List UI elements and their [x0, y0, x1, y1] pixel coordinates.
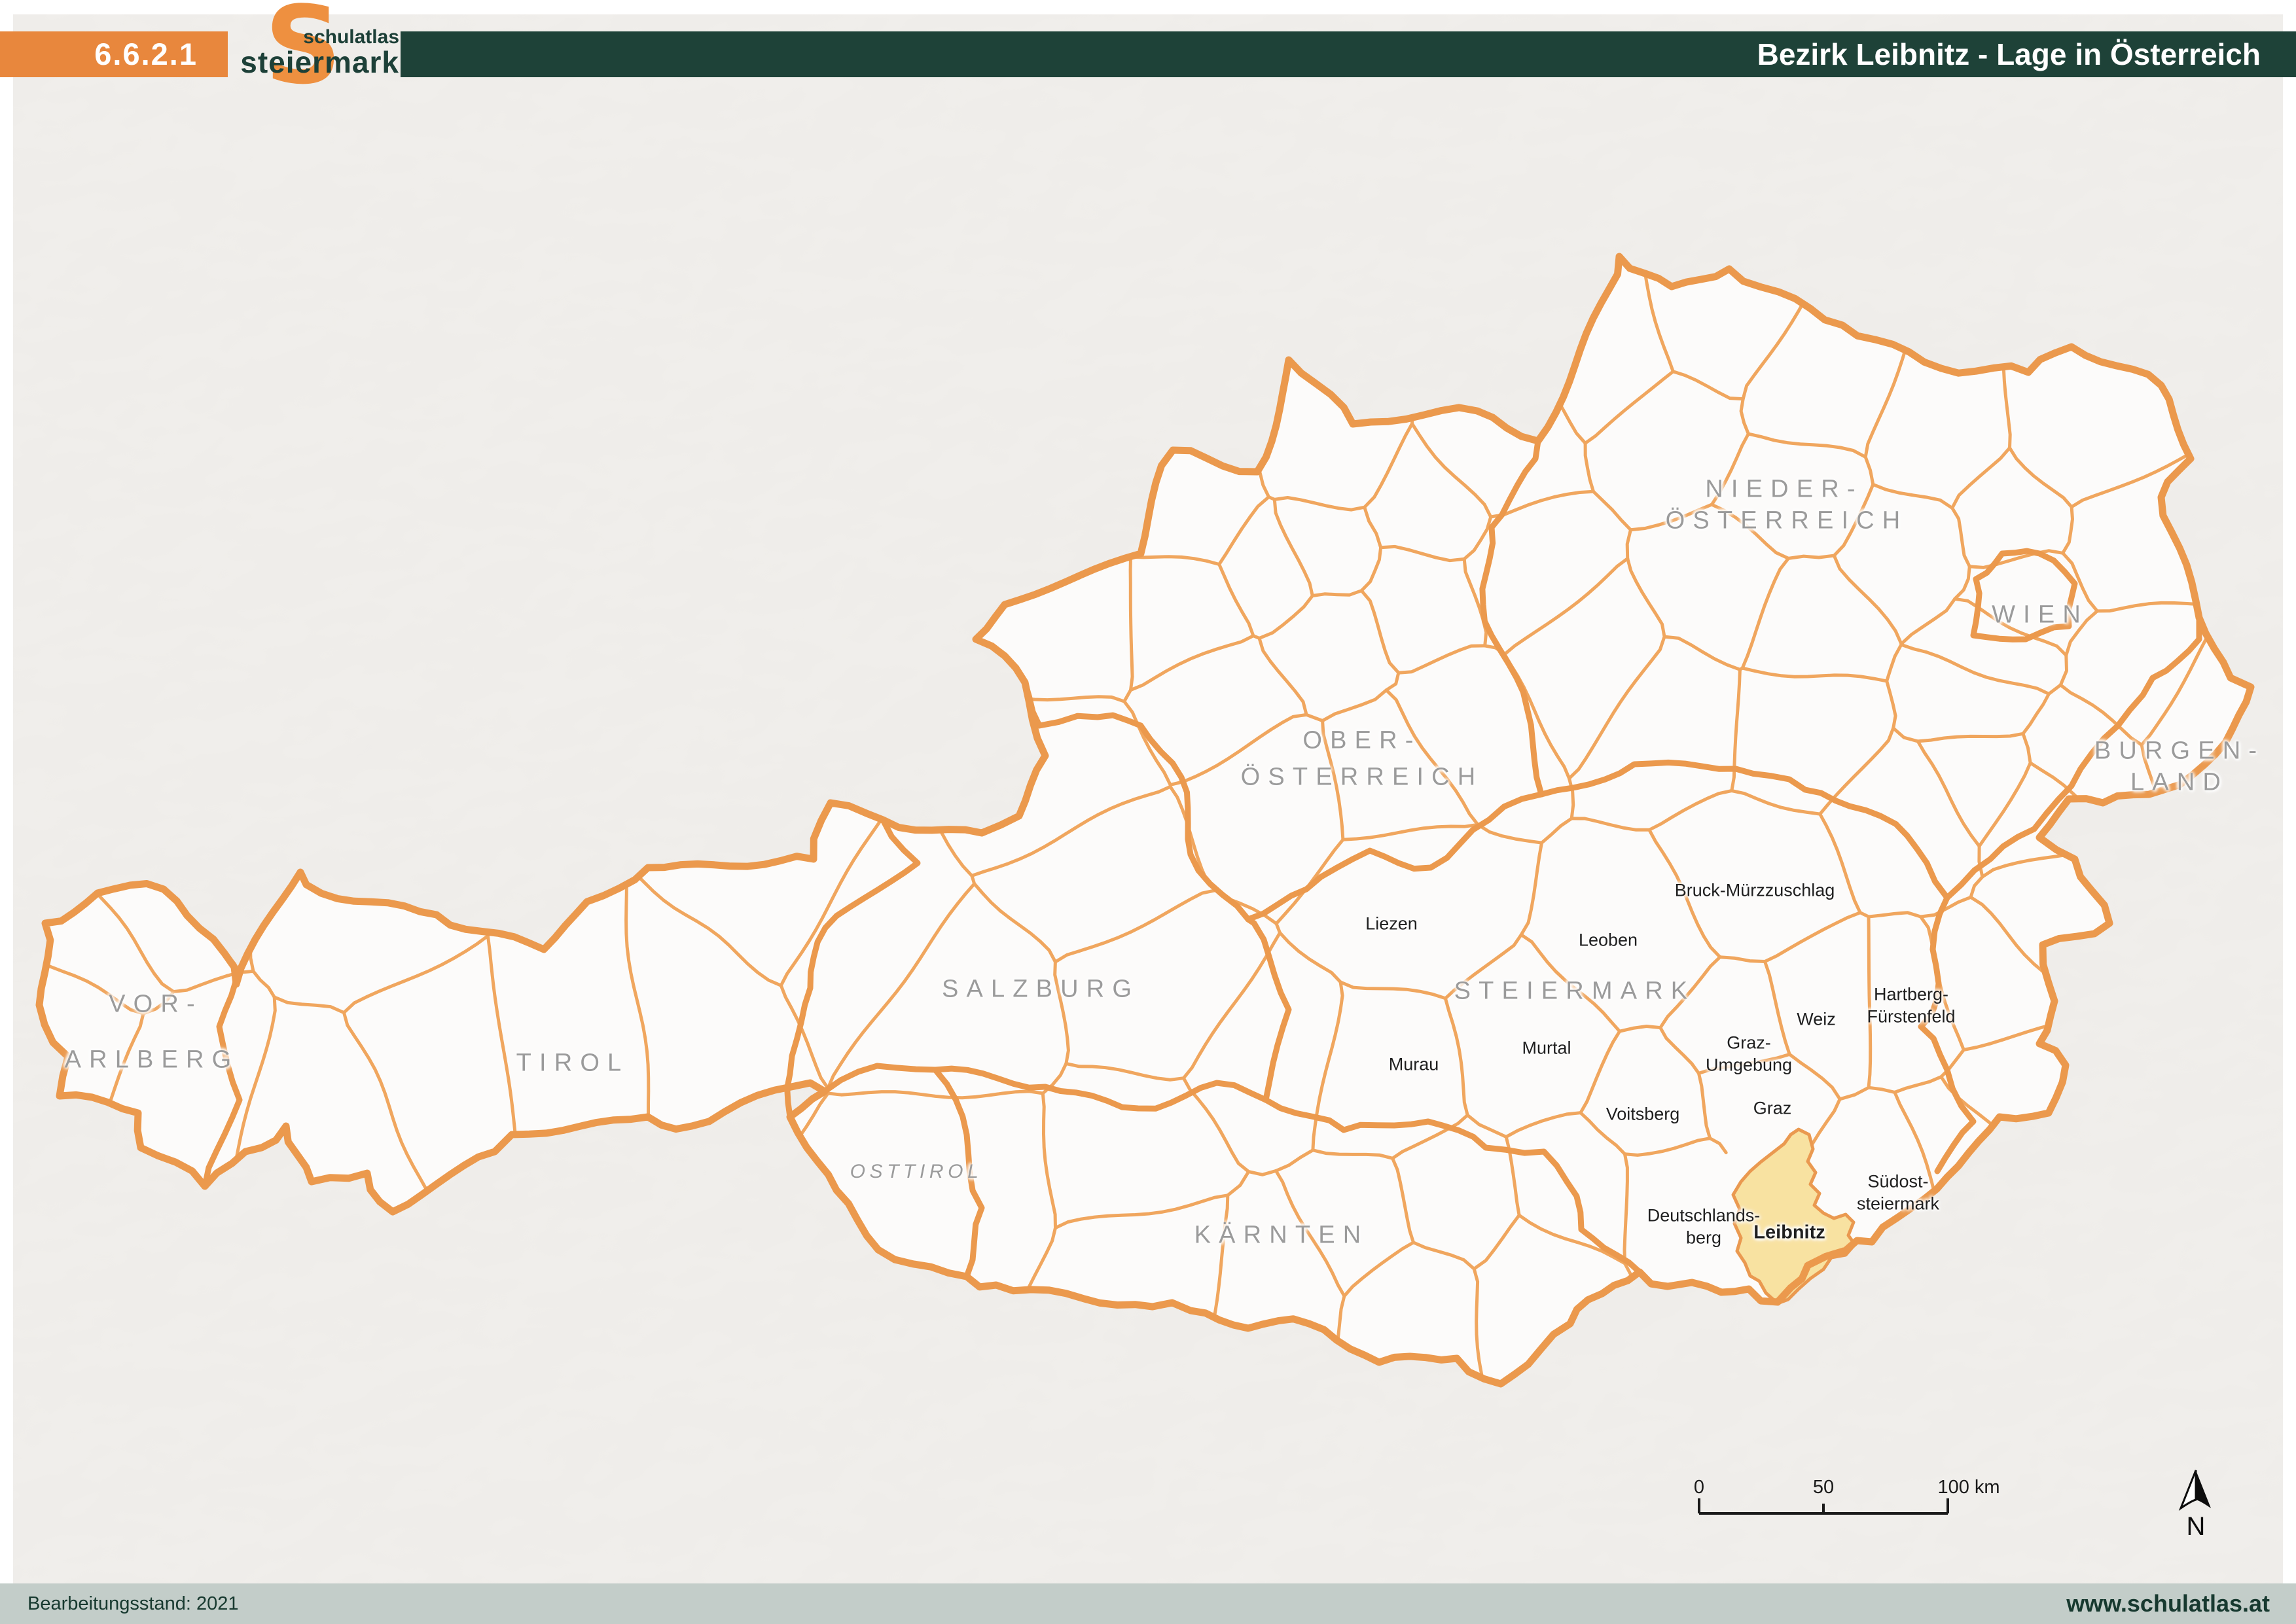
footer-status: Bearbeitungsstand: 2021 [27, 1593, 238, 1615]
scale-tick-label-50: 50 [1813, 1477, 1834, 1498]
scale-tick-label-100: 100 km [1937, 1477, 2000, 1498]
logo-line2: steiermark [240, 44, 399, 80]
north-label: N [2187, 1512, 2206, 1541]
title-bar: Bezirk Leibnitz - Lage in Österreich [401, 31, 2296, 77]
footer: Bearbeitungsstand: 2021 www.schulatlas.a… [0, 1583, 2296, 1624]
sheet-code-badge: 6.6.2.1 [0, 31, 228, 77]
scale-tick-label-0: 0 [1694, 1477, 1704, 1498]
schulatlas-logo: S schulatlas steiermark [236, 0, 399, 124]
austria-map: 0 50 100 km N [0, 0, 2296, 1624]
footer-site-link[interactable]: www.schulatlas.at [2066, 1590, 2270, 1617]
page-title: Bezirk Leibnitz - Lage in Österreich [1757, 37, 2261, 71]
atlas-sheet: { "header": { "code": "6.6.2.1", "title"… [0, 0, 2296, 1624]
